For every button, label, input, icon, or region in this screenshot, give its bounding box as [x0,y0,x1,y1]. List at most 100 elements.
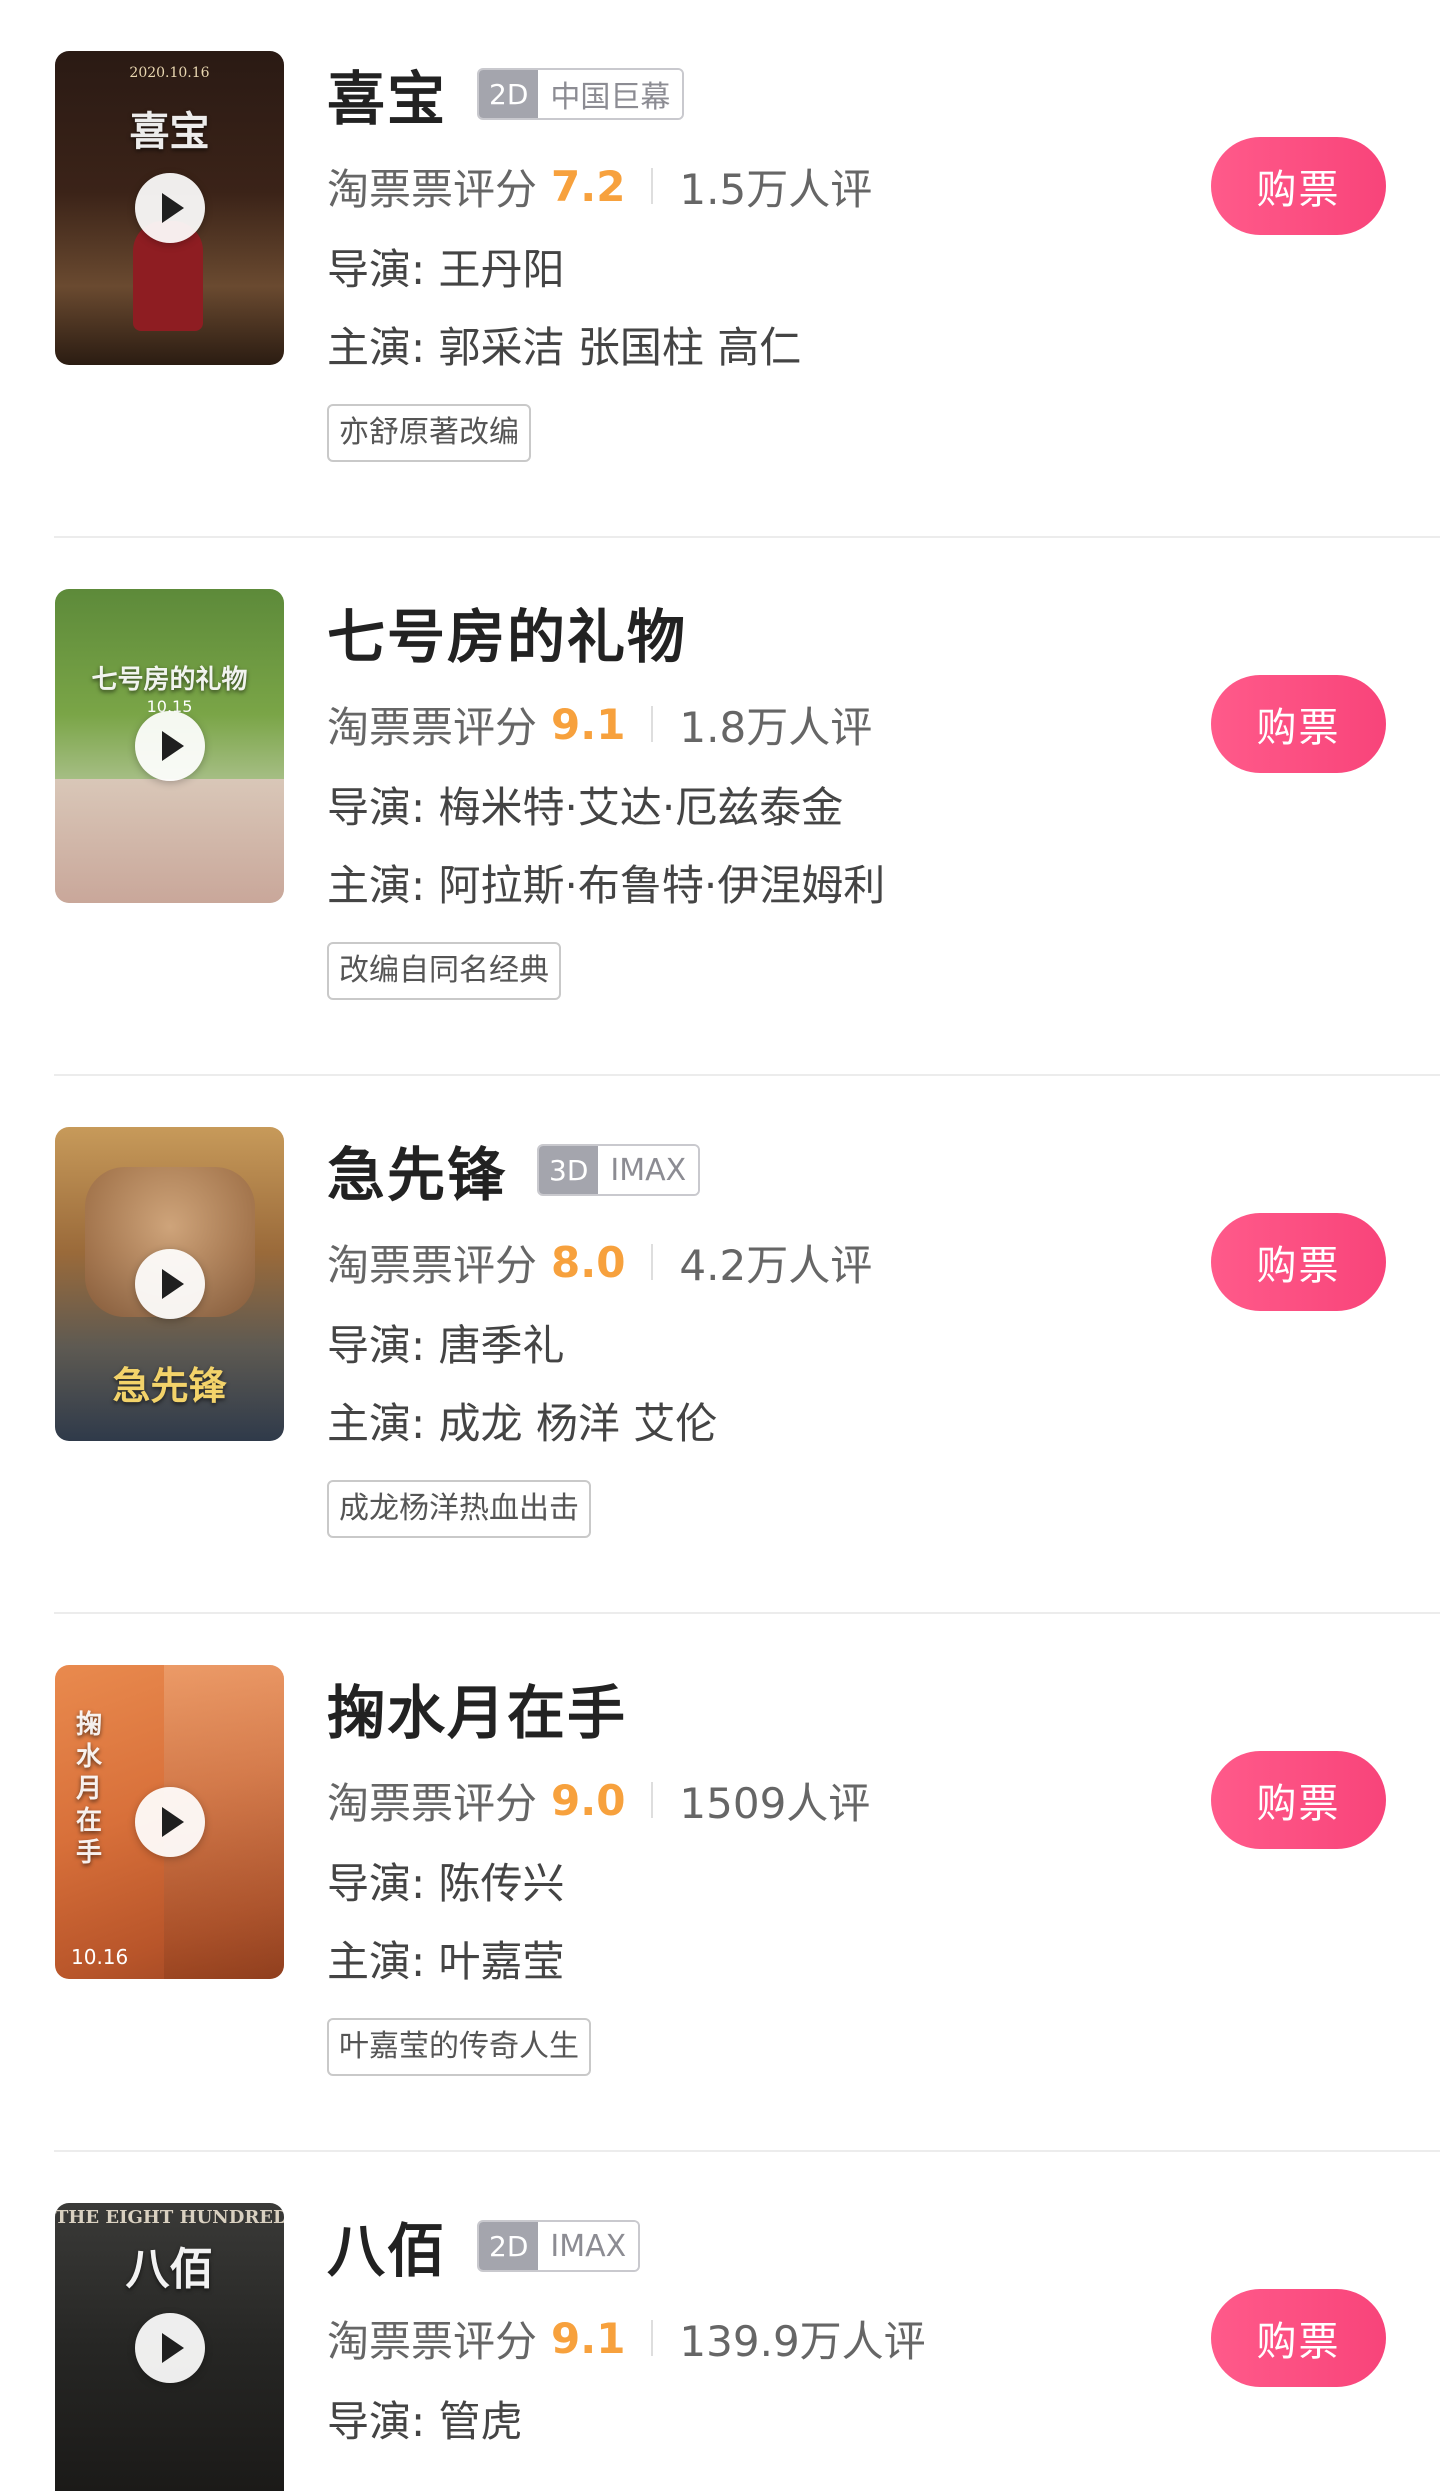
director-label: 导演: [327,2397,426,2446]
movie-title[interactable]: 喜宝 [327,52,447,136]
cast-line: 主演: 成龙 杨洋 艾伦 [327,1398,1187,1450]
poster-title: 掬水月在手 [75,1710,102,1868]
rating-label: 淘票票评分 [327,1240,538,1290]
movie-poster[interactable]: 七号房的礼物 10.15 [55,589,284,903]
movie-item[interactable]: 七号房的礼物 10.15 七号房的礼物 淘票票评分 9.1 1.8万人评 导演:… [0,538,1440,1076]
movie-item[interactable]: 急先锋 急先锋 3D IMAX 淘票票评分 8.0 4.2万人评 导演: 唐季礼 [0,1076,1440,1614]
rating-score: 8.0 [551,1237,626,1287]
rating-separator [651,1782,654,1818]
rating-score: 7.2 [551,161,626,211]
poster-title: 八佰 [125,2244,214,2295]
rating-count: 139.9万人评 [679,2316,926,2366]
dimension-tag: 2D [479,2222,539,2270]
director-label: 导演: [327,783,426,832]
cast-line: 主演: 叶嘉莹 [327,1936,1187,1988]
cast-label: 主演: [327,323,426,372]
buy-ticket-button[interactable]: 购票 [1211,675,1386,773]
play-icon[interactable] [134,1787,205,1857]
movie-info: 八佰 2D IMAX 淘票票评分 9.1 139.9万人评 导演: 管虎 [327,2206,1187,2448]
director-line: 导演: 王丹阳 [327,244,1187,296]
director-line: 导演: 梅米特·艾达·厄兹泰金 [327,782,1187,834]
rating-score: 9.1 [551,2313,626,2363]
director-label: 导演: [327,245,426,294]
cast-label: 主演: [327,861,426,910]
movie-info: 七号房的礼物 淘票票评分 9.1 1.8万人评 导演: 梅米特·艾达·厄兹泰金 … [327,592,1187,1000]
director-value: 管虎 [438,2397,523,2446]
poster-date: THE EIGHT HUNDRED [55,2207,284,2228]
buy-ticket-button[interactable]: 购票 [1211,1751,1386,1849]
buy-ticket-button[interactable]: 购票 [1211,2289,1386,2387]
cast-value: 成龙 杨洋 艾伦 [438,1399,718,1448]
play-icon[interactable] [134,1249,205,1319]
rating-score: 9.1 [551,699,626,749]
highlight-badge: 成龙杨洋热血出击 [327,1480,591,1538]
cast-value: 郭采洁 张国柱 高仁 [438,323,802,372]
poster-title: 急先锋 [112,1363,227,1408]
movie-info: 急先锋 3D IMAX 淘票票评分 8.0 4.2万人评 导演: 唐季礼 主演:… [327,1130,1187,1538]
movie-item[interactable]: THE EIGHT HUNDRED 八佰 八佰 2D IMAX 淘票票评分 9.… [0,2152,1440,2491]
rating-separator [651,1244,654,1280]
movie-title[interactable]: 七号房的礼物 [327,590,687,674]
screen-format-tag: 中国巨幕 [538,70,683,118]
rating-score: 9.0 [551,1775,626,1825]
highlight-badge: 改编自同名经典 [327,942,561,1000]
director-value: 唐季礼 [438,1321,565,1370]
rating-separator [651,2320,654,2356]
highlight-badge: 叶嘉莹的传奇人生 [327,2018,591,2076]
play-icon[interactable] [134,173,205,243]
play-icon[interactable] [134,2313,205,2383]
poster-title: 喜宝 [129,108,210,155]
movie-title[interactable]: 掬水月在手 [327,1666,627,1750]
director-value: 陈传兴 [438,1859,565,1908]
highlight-badge: 亦舒原著改编 [327,404,531,462]
movie-poster[interactable]: 2020.10.16 喜宝 [55,51,284,365]
rating-count: 1.5万人评 [679,164,873,214]
play-icon[interactable] [134,711,205,781]
screen-format-tag: IMAX [598,1146,699,1194]
format-tags: 2D 中国巨幕 [477,68,685,120]
rating-count: 4.2万人评 [679,1240,873,1290]
poster-date: 10.16 [71,1945,129,1969]
dimension-tag: 2D [479,70,539,118]
rating-separator [651,706,654,742]
buy-ticket-button[interactable]: 购票 [1211,1213,1386,1311]
rating-label: 淘票票评分 [327,2316,538,2366]
cast-label: 主演: [327,1399,426,1448]
director-value: 梅米特·艾达·厄兹泰金 [438,783,844,832]
movie-title[interactable]: 八佰 [327,2204,447,2288]
cast-line: 主演: 阿拉斯·布鲁特·伊涅姆利 [327,860,1187,912]
director-value: 王丹阳 [438,245,565,294]
rating-label: 淘票票评分 [327,702,538,752]
rating-label: 淘票票评分 [327,1778,538,1828]
movie-poster[interactable]: 掬水月在手 10.16 [55,1665,284,1979]
director-line: 导演: 唐季礼 [327,1320,1187,1372]
cast-label: 主演: [327,1937,426,1986]
movie-item[interactable]: 2020.10.16 喜宝 喜宝 2D 中国巨幕 淘票票评分 7.2 1.5万人… [0,0,1440,538]
rating-label: 淘票票评分 [327,164,538,214]
director-line: 导演: 管虎 [327,2396,1187,2448]
poster-title: 七号房的礼物 [91,665,248,695]
cast-line: 主演: 郭采洁 张国柱 高仁 [327,322,1187,374]
rating-count: 1.8万人评 [679,702,873,752]
movie-info: 掬水月在手 淘票票评分 9.0 1509人评 导演: 陈传兴 主演: 叶嘉莹 叶… [327,1668,1187,2076]
movie-poster[interactable]: THE EIGHT HUNDRED 八佰 [55,2203,284,2491]
poster-date: 2020.10.16 [129,65,210,81]
format-tags: 3D IMAX [537,1144,701,1196]
director-line: 导演: 陈传兴 [327,1858,1187,1910]
rating-row: 淘票票评分 9.1 1.8万人评 [327,694,1187,754]
format-tags: 2D IMAX [477,2220,641,2272]
director-label: 导演: [327,1321,426,1370]
movie-item[interactable]: 掬水月在手 10.16 掬水月在手 淘票票评分 9.0 1509人评 导演: 陈… [0,1614,1440,2152]
rating-row: 淘票票评分 7.2 1.5万人评 [327,156,1187,216]
movie-info: 喜宝 2D 中国巨幕 淘票票评分 7.2 1.5万人评 导演: 王丹阳 主演: … [327,54,1187,462]
dimension-tag: 3D [539,1146,599,1194]
cast-value: 阿拉斯·布鲁特·伊涅姆利 [438,861,886,910]
rating-row: 淘票票评分 9.1 139.9万人评 [327,2308,1187,2368]
director-label: 导演: [327,1859,426,1908]
movie-poster[interactable]: 急先锋 [55,1127,284,1441]
movie-title[interactable]: 急先锋 [327,1128,507,1212]
buy-ticket-button[interactable]: 购票 [1211,137,1386,235]
screen-format-tag: IMAX [538,2222,639,2270]
rating-row: 淘票票评分 9.0 1509人评 [327,1770,1187,1830]
rating-count: 1509人评 [679,1778,871,1828]
